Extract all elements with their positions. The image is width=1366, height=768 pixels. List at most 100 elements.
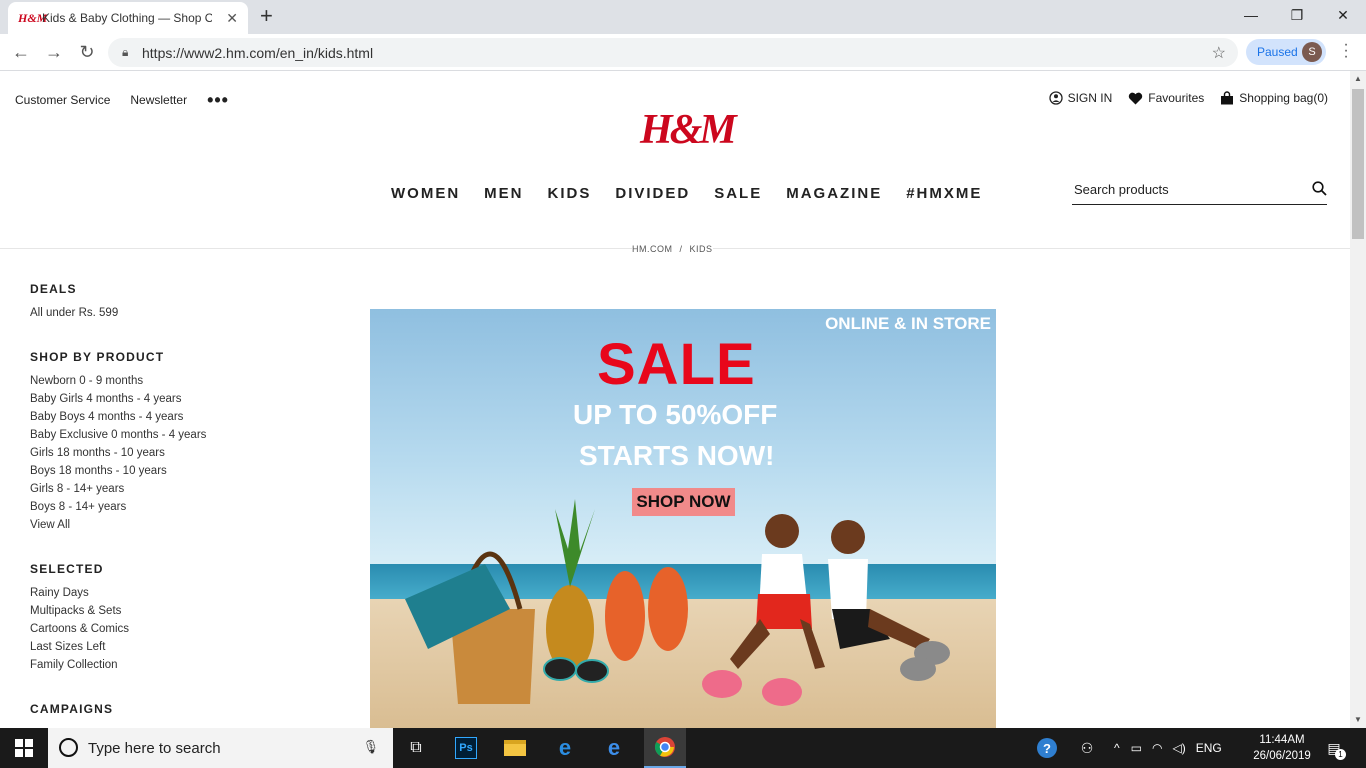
shopping-bag-link[interactable]: Shopping bag(0) xyxy=(1220,91,1328,105)
sidebar-section-deals: DEALS All under Rs. 599 xyxy=(30,282,250,322)
sidebar-link[interactable]: Last Sizes Left xyxy=(30,638,250,656)
browser-menu-icon[interactable]: · · · xyxy=(1336,37,1356,65)
shopping-bag-icon xyxy=(1221,91,1234,105)
sidebar-link[interactable]: Girls 18 months - 10 years xyxy=(30,444,250,462)
address-bar[interactable]: 🔒︎ https://www2.hm.com/en_in/kids.html ☆ xyxy=(108,38,1238,67)
sidebar-link[interactable]: Baby Exclusive 0 months - 4 years xyxy=(30,426,250,444)
tab-close-icon[interactable]: ✕ xyxy=(226,10,238,27)
favourites-label: Favourites xyxy=(1148,91,1205,105)
main-navigation: WOMEN MEN KIDS DIVIDED SALE MAGAZINE #HM… xyxy=(391,185,982,202)
profile-button[interactable]: Paused S xyxy=(1246,39,1326,65)
sidebar-section-shop-by-product: SHOP BY PRODUCT Newborn 0 - 9 months Bab… xyxy=(30,350,250,534)
banner-headline: SALE xyxy=(597,332,756,397)
user-icon xyxy=(1048,91,1063,105)
windows-logo-icon xyxy=(15,739,33,757)
hm-logo[interactable]: H&M xyxy=(640,106,737,154)
breadcrumb-kids[interactable]: KIDS xyxy=(690,244,713,254)
nav-women[interactable]: WOMEN xyxy=(391,185,460,202)
sign-in-link[interactable]: SIGN IN xyxy=(1048,91,1112,105)
sidebar-link[interactable]: Multipacks & Sets xyxy=(30,602,250,620)
sidebar-link-view-all[interactable]: View All xyxy=(30,516,250,534)
sidebar-link[interactable]: Boys 18 months - 10 years xyxy=(30,462,250,480)
sidebar-section-title: SELECTED xyxy=(30,562,104,576)
search-icon[interactable] xyxy=(1312,181,1327,196)
sidebar-link[interactable]: Girls 8 - 14+ years xyxy=(30,480,250,498)
sidebar-link[interactable]: Family Collection xyxy=(30,656,250,674)
clock-time: 11:44AM xyxy=(1259,734,1305,746)
reload-icon[interactable]: ↻ xyxy=(75,40,99,64)
photoshop-icon[interactable]: Ps xyxy=(452,734,480,762)
edge-icon[interactable]: e xyxy=(600,734,628,762)
bookmark-star-icon[interactable]: ☆ xyxy=(1212,43,1226,63)
avatar: S xyxy=(1302,42,1322,62)
system-tray: ^ ▭ ◠ ◁) ENG xyxy=(1114,728,1222,768)
show-hidden-icons-icon[interactable]: ^ xyxy=(1114,741,1120,755)
window-close-icon[interactable]: ✕ xyxy=(1320,0,1366,30)
taskbar-search-box[interactable]: Type here to search 🎙︎ xyxy=(48,728,393,768)
heart-icon xyxy=(1129,92,1143,104)
sidebar-link[interactable]: Rainy Days xyxy=(30,584,250,602)
taskbar-search-placeholder: Type here to search xyxy=(88,739,221,757)
new-tab-icon[interactable]: + xyxy=(260,5,273,27)
nav-hmxme[interactable]: #HMXME xyxy=(906,185,982,202)
nav-magazine[interactable]: MAGAZINE xyxy=(786,185,882,202)
banner-badge: ONLINE & IN STORE xyxy=(825,314,991,333)
category-sidebar: DEALS All under Rs. 599 SHOP BY PRODUCT … xyxy=(30,282,250,728)
web-page: Customer Service Newsletter ••• SIGN IN … xyxy=(0,71,1350,728)
utility-links: Customer Service Newsletter ••• xyxy=(15,91,229,109)
lock-icon: 🔒︎ xyxy=(122,45,129,59)
breadcrumb-home[interactable]: HM.COM xyxy=(632,244,673,254)
sidebar-section-selected: SELECTED Rainy Days Multipacks & Sets Ca… xyxy=(30,562,250,674)
chrome-icon[interactable] xyxy=(644,728,686,768)
cortana-icon xyxy=(59,738,78,757)
sidebar-link[interactable]: Baby Girls 4 months - 4 years xyxy=(30,390,250,408)
sidebar-link[interactable]: All under Rs. 599 xyxy=(30,304,250,322)
volume-icon[interactable]: ◁) xyxy=(1172,741,1185,755)
nav-divided[interactable]: DIVIDED xyxy=(615,185,690,202)
internet-explorer-icon[interactable]: e xyxy=(551,734,579,762)
language-indicator[interactable]: ENG xyxy=(1196,741,1222,755)
restore-icon[interactable]: ❐ xyxy=(1274,0,1320,30)
sidebar-link[interactable]: Cartoons & Comics xyxy=(30,620,250,638)
scroll-down-icon[interactable]: ▼ xyxy=(1350,712,1366,728)
account-links: SIGN IN Favourites Shopping bag(0) xyxy=(1048,91,1328,105)
taskbar-clock[interactable]: 11:44AM 26/06/2019 xyxy=(1250,732,1314,764)
sidebar-link[interactable]: Baby Boys 4 months - 4 years xyxy=(30,408,250,426)
sidebar-section-campaigns: CAMPAIGNS xyxy=(30,702,250,716)
help-icon[interactable]: ? xyxy=(1033,734,1061,762)
favourites-link[interactable]: Favourites xyxy=(1128,91,1204,105)
page-scrollbar[interactable]: ▲ ▼ xyxy=(1350,71,1366,728)
scroll-up-icon[interactable]: ▲ xyxy=(1350,71,1366,87)
newsletter-link[interactable]: Newsletter xyxy=(130,93,187,107)
chrome-logo-icon xyxy=(654,737,675,757)
browser-tab-bar: H&M Kids & Baby Clothing — Shop Or ✕ + —… xyxy=(0,0,1366,34)
start-button[interactable] xyxy=(0,728,48,768)
forward-icon[interactable]: → xyxy=(42,40,66,64)
sale-hero-banner[interactable]: ONLINE & IN STORE SALE UP TO 50%OFF STAR… xyxy=(370,309,996,728)
people-icon[interactable]: ⚇ xyxy=(1073,734,1101,762)
sidebar-section-title: SHOP BY PRODUCT xyxy=(30,350,165,364)
search-input[interactable]: Search products xyxy=(1072,175,1327,205)
tab-title: Kids & Baby Clothing — Shop Or xyxy=(42,11,212,25)
banner-line-2: STARTS NOW! xyxy=(579,440,775,471)
battery-icon[interactable]: ▭ xyxy=(1131,741,1142,755)
file-explorer-icon[interactable] xyxy=(501,734,529,762)
more-options-icon[interactable]: ••• xyxy=(207,91,229,109)
back-icon[interactable]: ← xyxy=(9,40,33,64)
banner-line-1: UP TO 50%OFF xyxy=(573,399,778,430)
nav-men[interactable]: MEN xyxy=(484,185,523,202)
scrollbar-thumb[interactable] xyxy=(1352,89,1364,239)
sidebar-link[interactable]: Newborn 0 - 9 months xyxy=(30,372,250,390)
sidebar-link[interactable]: Boys 8 - 14+ years xyxy=(30,498,250,516)
wifi-icon[interactable]: ◠ xyxy=(1152,741,1162,755)
nav-kids[interactable]: KIDS xyxy=(548,185,592,202)
browser-tab[interactable]: H&M Kids & Baby Clothing — Shop Or ✕ xyxy=(8,2,248,34)
notification-count: 1 xyxy=(1335,749,1346,760)
microphone-icon[interactable]: 🎙︎ xyxy=(362,739,379,755)
action-center-icon[interactable]: ▤ 1 xyxy=(1320,734,1348,762)
shop-now-button[interactable]: SHOP NOW xyxy=(632,488,735,516)
minimize-icon[interactable]: — xyxy=(1228,0,1274,30)
task-view-icon[interactable]: ⧉ xyxy=(402,734,430,762)
nav-sale[interactable]: SALE xyxy=(714,185,762,202)
customer-service-link[interactable]: Customer Service xyxy=(15,93,110,107)
